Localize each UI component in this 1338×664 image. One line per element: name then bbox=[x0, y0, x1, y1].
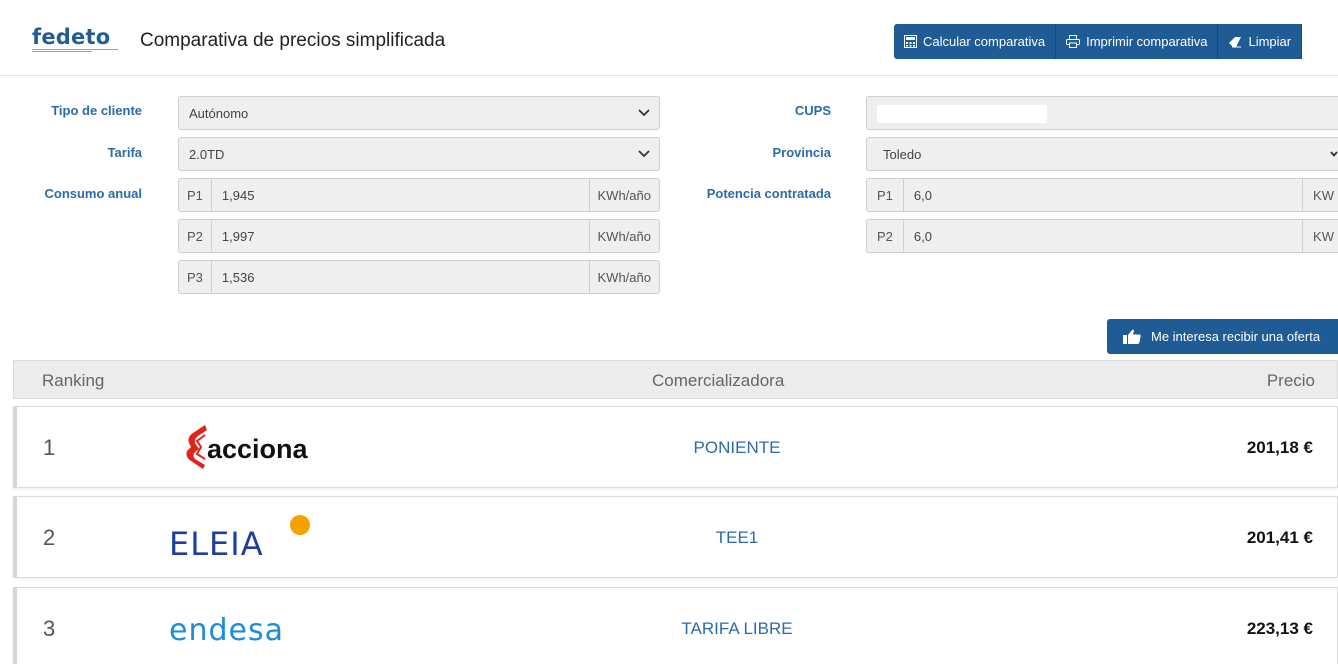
comercializadora-header: Comercializadora bbox=[652, 371, 785, 390]
me-interesa-oferta-button[interactable]: Me interesa recibir una oferta bbox=[1107, 319, 1338, 354]
thumbs-up-icon bbox=[1123, 329, 1141, 344]
potencia-p2-field[interactable]: P2 6,0 KW bbox=[866, 219, 1338, 253]
price-value: 223,13 € bbox=[1246, 619, 1313, 638]
imprimir-comparativa-button[interactable]: Imprimir comparativa bbox=[1056, 24, 1219, 59]
brand-text: acciona bbox=[207, 434, 309, 464]
consumo-anual-label: Consumo anual bbox=[44, 186, 142, 201]
product-name[interactable]: PONIENTE bbox=[617, 438, 857, 458]
limpiar-button[interactable]: Limpiar bbox=[1218, 24, 1303, 59]
eleia-logo: ELEIA bbox=[165, 511, 365, 563]
potencia-p1-field[interactable]: P1 6,0 KW bbox=[866, 178, 1338, 212]
cups-input[interactable] bbox=[866, 96, 1338, 130]
ranking-table-header: Ranking Comercializadora Precio bbox=[13, 360, 1338, 399]
calcular-label: Calcular comparativa bbox=[923, 34, 1046, 49]
price-value: 201,18 € bbox=[1246, 438, 1313, 457]
calcular-comparativa-button[interactable]: Calcular comparativa bbox=[894, 24, 1057, 59]
acciona-logo: acciona bbox=[165, 421, 365, 473]
tarifa-label: Tarifa bbox=[107, 145, 142, 160]
consumo-p3-input[interactable]: 1,536 bbox=[212, 270, 589, 285]
tarifa-value: 2.0TD bbox=[189, 146, 225, 162]
rank-number: 3 bbox=[43, 616, 56, 641]
calculator-icon bbox=[904, 35, 917, 48]
cups-label: CUPS bbox=[794, 103, 831, 118]
tipo-cliente-value: Autónomo bbox=[189, 105, 249, 121]
table-row[interactable]: 3 endesa TARIFA LIBRE 223,13 € bbox=[13, 587, 1338, 664]
print-icon bbox=[1066, 35, 1081, 48]
consumo-p3-field[interactable]: P3 1,536 KWh/año bbox=[178, 260, 660, 294]
provincia-label: Provincia bbox=[772, 145, 831, 160]
consumo-p1-field[interactable]: P1 1,945 KWh/año bbox=[178, 178, 660, 212]
unit-label: KWh/año bbox=[588, 220, 659, 252]
period-label: P3 bbox=[179, 261, 212, 293]
brand-text: ELEIA bbox=[169, 525, 264, 563]
rank-number: 2 bbox=[43, 525, 56, 550]
potencia-p1-input[interactable]: 6,0 bbox=[904, 188, 1302, 203]
unit-label: KW bbox=[1302, 179, 1338, 211]
period-label: P2 bbox=[179, 220, 212, 252]
precio-header: Precio bbox=[1266, 371, 1315, 390]
consumo-p2-input[interactable]: 1,997 bbox=[212, 229, 589, 244]
provincia-select[interactable]: Toledo bbox=[866, 137, 1338, 171]
header-bar: fedeto Comparativa de precios simplifica… bbox=[0, 0, 1338, 76]
table-row[interactable]: 1 acciona PONIENTE 201,18 € bbox=[13, 406, 1338, 488]
cups-value bbox=[877, 105, 1047, 123]
ranking-header: Ranking bbox=[42, 371, 105, 390]
tipo-cliente-select[interactable]: Autónomo bbox=[178, 96, 660, 130]
limpiar-label: Limpiar bbox=[1248, 34, 1292, 49]
table-row[interactable]: 2 ELEIA TEE1 201,41 € bbox=[13, 496, 1338, 578]
imprimir-label: Imprimir comparativa bbox=[1086, 34, 1208, 49]
logo-text: fedeto bbox=[32, 25, 111, 49]
offer-label: Me interesa recibir una oferta bbox=[1151, 329, 1321, 344]
potencia-p2-input[interactable]: 6,0 bbox=[904, 229, 1302, 244]
period-label: P2 bbox=[867, 220, 904, 252]
endesa-logo: endesa bbox=[165, 602, 365, 654]
consumo-p2-field[interactable]: P2 1,997 KWh/año bbox=[178, 219, 660, 253]
period-label: P1 bbox=[867, 179, 904, 211]
unit-label: KWh/año bbox=[588, 179, 659, 211]
unit-label: KWh/año bbox=[588, 261, 659, 293]
chevron-down-icon bbox=[629, 150, 659, 158]
price-value: 201,41 € bbox=[1246, 528, 1313, 547]
brand-text: endesa bbox=[169, 613, 284, 648]
product-name[interactable]: TARIFA LIBRE bbox=[617, 619, 857, 639]
chevron-down-icon bbox=[629, 109, 659, 117]
chevron-down-icon bbox=[1324, 150, 1338, 158]
provincia-value: Toledo bbox=[883, 146, 922, 162]
eraser-icon bbox=[1229, 36, 1242, 47]
unit-label: KW bbox=[1302, 220, 1338, 252]
fedeto-logo: fedeto bbox=[32, 27, 122, 63]
consumo-p1-input[interactable]: 1,945 bbox=[212, 188, 589, 203]
product-name[interactable]: TEE1 bbox=[617, 528, 857, 548]
rank-number: 1 bbox=[43, 435, 56, 460]
page-title: Comparativa de precios simplificada bbox=[140, 30, 446, 51]
tipo-cliente-label: Tipo de cliente bbox=[51, 103, 142, 118]
tarifa-select[interactable]: 2.0TD bbox=[178, 137, 660, 171]
toolbar: Calcular comparativa Imprimir comparativ… bbox=[894, 24, 1303, 59]
period-label: P1 bbox=[179, 179, 212, 211]
potencia-contratada-label: Potencia contratada bbox=[706, 186, 831, 201]
